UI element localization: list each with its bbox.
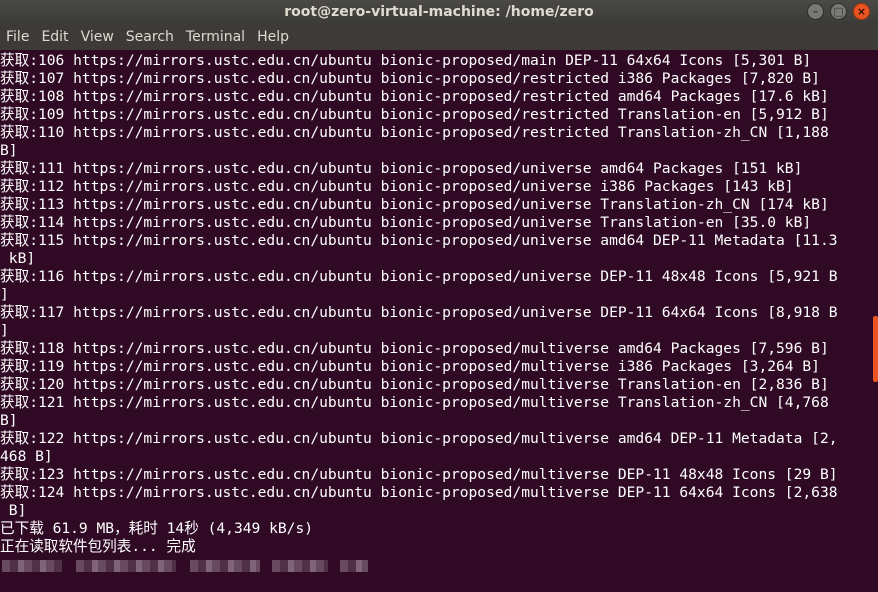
terminal-line: 获取:114 https://mirrors.ustc.edu.cn/ubunt…: [0, 214, 812, 231]
terminal-prompt-redacted: [0, 556, 380, 576]
terminal-line: ]: [0, 286, 9, 303]
maximize-icon[interactable]: □: [830, 3, 847, 20]
terminal-line: 获取:106 https://mirrors.ustc.edu.cn/ubunt…: [0, 52, 812, 69]
terminal-line: 获取:115 https://mirrors.ustc.edu.cn/ubunt…: [0, 232, 838, 249]
terminal-line: 获取:123 https://mirrors.ustc.edu.cn/ubunt…: [0, 466, 838, 483]
terminal-line: ]: [0, 322, 9, 339]
close-icon[interactable]: ×: [853, 3, 870, 20]
terminal-line: 获取:120 https://mirrors.ustc.edu.cn/ubunt…: [0, 376, 829, 393]
terminal-line: 获取:119 https://mirrors.ustc.edu.cn/ubunt…: [0, 358, 820, 375]
redacted-block: [272, 560, 328, 572]
terminal-line: kB]: [0, 250, 36, 267]
terminal-line: 获取:112 https://mirrors.ustc.edu.cn/ubunt…: [0, 178, 794, 195]
menu-terminal[interactable]: Terminal: [181, 29, 250, 45]
terminal-line: 获取:116 https://mirrors.ustc.edu.cn/ubunt…: [0, 268, 838, 285]
terminal-line: 获取:109 https://mirrors.ustc.edu.cn/ubunt…: [0, 106, 829, 123]
terminal-line: 已下载 61.9 MB，耗时 14秒 (4,349 kB/s): [0, 520, 314, 537]
terminal-line: B]: [0, 142, 18, 159]
terminal-line: 获取:124 https://mirrors.ustc.edu.cn/ubunt…: [0, 484, 838, 501]
terminal-line: 获取:113 https://mirrors.ustc.edu.cn/ubunt…: [0, 196, 829, 213]
redacted-block: [76, 560, 176, 572]
menu-view[interactable]: View: [76, 29, 119, 45]
terminal-line: 获取:121 https://mirrors.ustc.edu.cn/ubunt…: [0, 394, 829, 411]
menu-help[interactable]: Help: [252, 29, 294, 45]
redacted-block: [340, 560, 368, 572]
terminal-line: 468 B]: [0, 448, 53, 465]
window-controls: – □ ×: [807, 3, 870, 20]
terminal-line: B]: [0, 412, 18, 429]
redacted-block: [190, 560, 260, 572]
redacted-block: [2, 560, 62, 572]
terminal-line: 正在读取软件包列表... 完成: [0, 538, 196, 555]
menu-search[interactable]: Search: [121, 29, 179, 45]
window-titlebar[interactable]: root@zero-virtual-machine: /home/zero – …: [0, 0, 878, 24]
menu-edit[interactable]: Edit: [36, 29, 73, 45]
scrollbar-thumb[interactable]: [873, 316, 878, 382]
menu-file[interactable]: File: [1, 29, 34, 45]
scrollbar[interactable]: [872, 52, 878, 592]
menu-bar: File Edit View Search Terminal Help: [0, 24, 878, 50]
terminal-line: 获取:107 https://mirrors.ustc.edu.cn/ubunt…: [0, 70, 820, 87]
terminal-line: 获取:110 https://mirrors.ustc.edu.cn/ubunt…: [0, 124, 829, 141]
window-title: root@zero-virtual-machine: /home/zero: [284, 4, 594, 20]
terminal-output[interactable]: 获取:106 https://mirrors.ustc.edu.cn/ubunt…: [0, 52, 870, 592]
minimize-icon[interactable]: –: [807, 3, 824, 20]
terminal-line: 获取:118 https://mirrors.ustc.edu.cn/ubunt…: [0, 340, 829, 357]
terminal-line: B]: [0, 502, 27, 519]
terminal-line: 获取:111 https://mirrors.ustc.edu.cn/ubunt…: [0, 160, 803, 177]
terminal-line: 获取:122 https://mirrors.ustc.edu.cn/ubunt…: [0, 430, 838, 447]
terminal-line: 获取:108 https://mirrors.ustc.edu.cn/ubunt…: [0, 88, 829, 105]
terminal-line: 获取:117 https://mirrors.ustc.edu.cn/ubunt…: [0, 304, 838, 321]
